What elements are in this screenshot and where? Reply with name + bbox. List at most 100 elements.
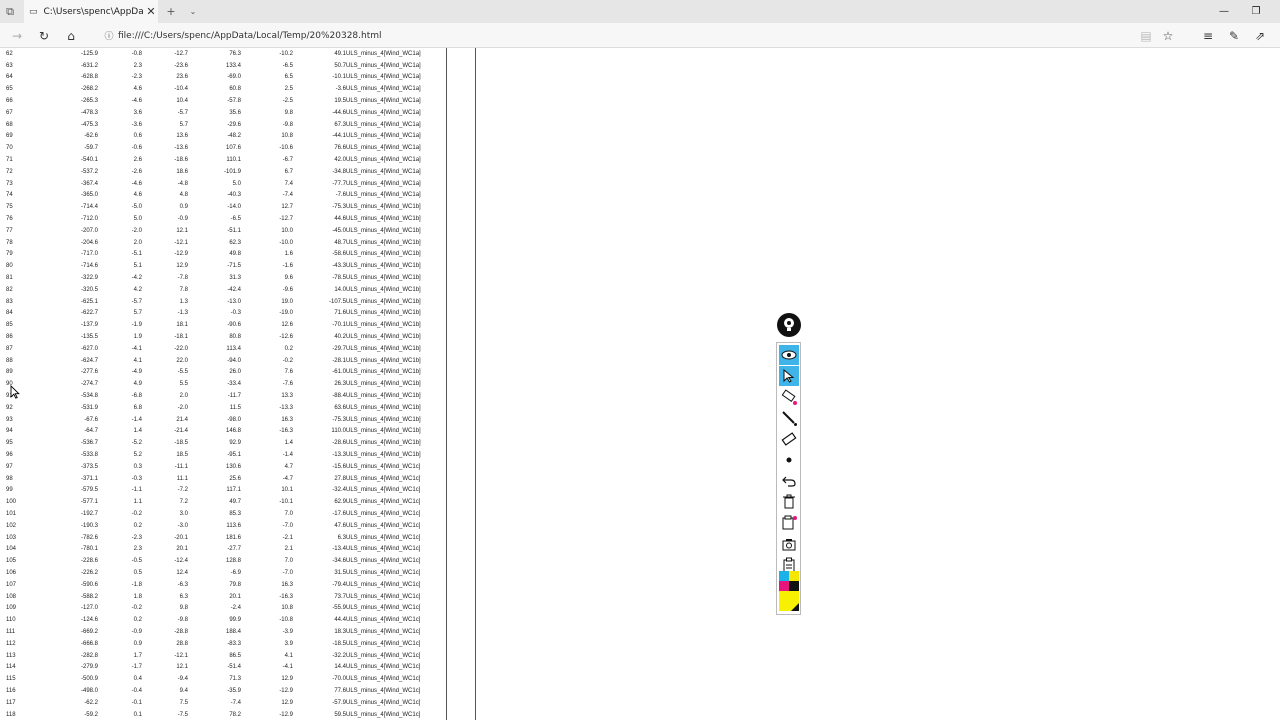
reading-view-icon[interactable]: ▤ — [1134, 23, 1158, 48]
col-value-2-cell: -1.4 — [131, 416, 142, 423]
hub-icon[interactable]: ≡ — [1196, 23, 1220, 48]
col-value-1-cell: -125.9 — [80, 50, 98, 57]
col-value-6-cell: -78.5 — [332, 275, 346, 282]
table-row: 117 -62.2 -0.1 7.5 -7.4 12.9 -57.9 ULS_minus_4[… — [6, 696, 447, 709]
col-value-4-cell: 92.9 — [229, 440, 241, 447]
maximize-icon[interactable]: ❐ — [1240, 0, 1272, 23]
col-value-4-cell: 20.1 — [229, 593, 241, 600]
notes-pen-icon[interactable]: ✎ — [1222, 23, 1246, 48]
col-value-1-cell: -226.2 — [80, 569, 98, 576]
col-value-6-cell: -77.7 — [332, 180, 346, 187]
col-value-1-cell: -207.0 — [80, 227, 98, 234]
pen-icon[interactable] — [779, 408, 799, 428]
col-value-2-cell: 4.6 — [133, 86, 142, 93]
col-value-1-cell: -190.3 — [80, 522, 98, 529]
table-row: 76 -712.0 5.0 -0.9 -6.5 -12.7 44.6 ULS_minus_4[… — [6, 213, 447, 225]
home-icon[interactable]: ⌂ — [58, 23, 84, 48]
col-value-5-cell: -16.3 — [279, 428, 293, 435]
col-value-4-cell: -98.0 — [227, 416, 241, 423]
load-combination-cell: ULS_minus_4[Wind_WC1c] — [346, 614, 447, 627]
info-icon[interactable]: ⓘ — [100, 29, 118, 42]
col-value-6-cell: -57.9 — [332, 699, 346, 706]
col-value-3-cell: 6.3 — [179, 593, 188, 600]
share-icon[interactable]: ⇗ — [1248, 23, 1272, 48]
trash-icon[interactable] — [779, 492, 799, 512]
tab-list-icon[interactable]: ⧉ — [0, 0, 20, 23]
col-value-2-cell: 4.6 — [133, 192, 142, 199]
col-value-2-cell: -5.0 — [131, 204, 142, 211]
load-combination-cell: ULS_minus_4[Wind_WC1a] — [346, 142, 447, 155]
row-number-cell: 103 — [6, 534, 17, 541]
dot-icon[interactable] — [779, 450, 799, 470]
table-row: 63 -631.2 2.3 -23.6 133.4 -6.5 50.7 ULS_minus_4… — [6, 59, 447, 72]
undo-icon[interactable] — [779, 471, 799, 491]
row-number-cell: 115 — [6, 676, 16, 683]
color-swatch-magenta[interactable] — [779, 581, 789, 591]
tab-close-icon[interactable]: ✕ — [144, 5, 158, 18]
col-value-4-cell: -27.7 — [227, 546, 241, 553]
col-value-2-cell: 1.7 — [133, 652, 142, 659]
camera-icon[interactable] — [779, 534, 799, 554]
load-combination-cell: ULS_minus_4[Wind_WC1b] — [346, 437, 447, 450]
col-value-6-cell: -17.6 — [332, 510, 346, 517]
col-value-2-cell: -1.8 — [131, 581, 142, 588]
row-number-cell: 98 — [6, 475, 13, 482]
url-field[interactable]: ⓘ file:///C:/Users/spenc/AppData/Local/T… — [100, 27, 1140, 44]
load-combination-cell: ULS_minus_4[Wind_WC1c] — [346, 696, 447, 709]
favorite-star-icon[interactable]: ☆ — [1156, 23, 1180, 48]
color-swatch-cyan[interactable] — [779, 571, 789, 581]
browser-tab[interactable]: ▭ C:\Users\spenc\AppDat ✕ — [24, 0, 158, 23]
col-value-5-cell: -0.2 — [282, 357, 293, 364]
row-number-cell: 72 — [6, 168, 13, 175]
col-value-6-cell: 19.5 — [334, 98, 346, 105]
col-value-6-cell: -44.1 — [332, 133, 346, 140]
col-value-5-cell: -12.6 — [279, 334, 293, 341]
col-value-2-cell: 4.9 — [133, 381, 142, 388]
col-value-6-cell: -79.4 — [332, 581, 346, 588]
load-combination-cell: ULS_minus_4[Wind_WC1b] — [346, 260, 447, 273]
color-swatch-black[interactable] — [789, 581, 799, 591]
color-swatches[interactable] — [779, 571, 799, 611]
back-icon[interactable]: → — [4, 23, 30, 48]
eye-icon[interactable] — [779, 345, 799, 365]
marker-icon[interactable] — [779, 387, 799, 407]
col-value-2-cell: 4.1 — [133, 357, 142, 364]
col-value-5-cell: -4.7 — [282, 475, 293, 482]
col-value-6-cell: -75.3 — [332, 204, 346, 211]
row-number-cell: 108 — [6, 593, 17, 600]
load-combination-cell: ULS_minus_4[Wind_WC1c] — [346, 484, 447, 497]
pen-palette-bar — [776, 342, 801, 615]
col-value-6-cell: 27.8 — [334, 475, 346, 482]
lightbulb-logo-icon[interactable] — [777, 313, 801, 337]
col-value-4-cell: -33.4 — [227, 381, 241, 388]
new-tab-icon[interactable]: + — [162, 0, 180, 23]
col-value-6-cell: 63.6 — [334, 404, 346, 411]
load-combination-cell: ULS_minus_4[Wind_WC1c] — [346, 567, 447, 579]
load-combination-cell: ULS_minus_4[Wind_WC1c] — [346, 543, 447, 556]
load-combination-cell: ULS_minus_4[Wind_WC1b] — [346, 307, 447, 320]
table-row: 109 -127.0 -0.2 9.8 -2.4 10.8 -55.9 ULS_minus_4… — [6, 602, 447, 615]
tab-preview-chevron-icon[interactable]: ⌄ — [184, 0, 202, 23]
pointer-arrow-icon[interactable] — [779, 366, 799, 386]
table-row: 91 -534.8 -6.8 2.0 -11.7 13.3 -88.4 ULS_minus_4… — [6, 390, 447, 402]
col-value-2-cell: -3.6 — [131, 121, 142, 128]
col-value-4-cell: 35.6 — [229, 109, 241, 116]
table-row: 90 -274.7 4.9 5.5 -33.4 -7.6 26.3 ULS_minus_4[W… — [6, 378, 447, 391]
col-value-1-cell: -135.5 — [80, 334, 98, 341]
col-value-6-cell: -70.0 — [332, 676, 346, 683]
eraser-icon[interactable] — [779, 429, 799, 449]
refresh-icon[interactable]: ↻ — [31, 23, 57, 48]
col-value-5-cell: -1.4 — [282, 451, 293, 458]
col-value-6-cell: -58.6 — [332, 251, 346, 258]
col-value-6-cell: 18.3 — [334, 628, 346, 635]
col-value-4-cell: -29.6 — [227, 121, 241, 128]
col-value-5-cell: -10.8 — [279, 617, 293, 624]
col-value-1-cell: -279.9 — [80, 664, 98, 671]
tab-bar: ⧉ ▭ C:\Users\spenc\AppDat ✕ + ⌄ — ❐ — [0, 0, 1280, 23]
minimize-icon[interactable]: — — [1208, 0, 1240, 23]
color-swatch-yellow[interactable] — [789, 571, 799, 581]
clipboard-copy-icon[interactable] — [779, 513, 799, 533]
table-row: 82 -320.5 4.2 7.8 -42.4 -9.6 14.0 ULS_minus_4[W… — [6, 283, 447, 296]
col-value-5-cell: -12.9 — [279, 687, 293, 694]
table-row: 73 -367.4 -4.6 -4.8 5.0 7.4 -77.7 ULS_minus_4[W… — [6, 177, 447, 190]
